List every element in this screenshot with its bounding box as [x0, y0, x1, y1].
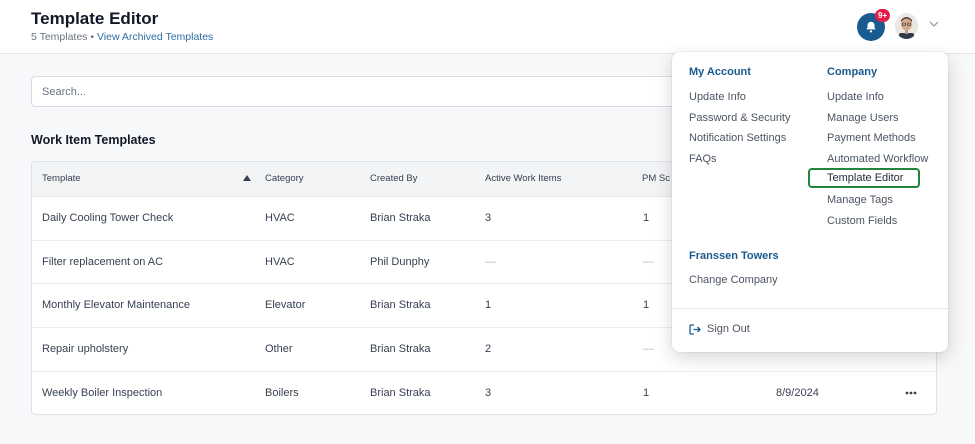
more-icon[interactable] [904, 385, 918, 401]
cell-category: Other [265, 343, 293, 356]
chevron-down-icon[interactable] [929, 20, 939, 28]
cell-active: 2 [485, 343, 492, 356]
cell-created-by: Brian Straka [370, 343, 431, 356]
cell-created-by: Phil Dunphy [370, 255, 430, 268]
cell-category: HVAC [265, 255, 295, 268]
sign-out-label: Sign Out [707, 323, 750, 335]
cell-template: Repair upholstery [42, 343, 129, 356]
bell-icon [866, 21, 876, 33]
menu-item-custom-fields[interactable]: Custom Fields [827, 215, 897, 227]
avatar[interactable] [895, 13, 918, 39]
cell-pm: 1 [643, 212, 650, 224]
section-title: Work Item Templates [31, 133, 156, 147]
template-count: 5 Templates [31, 31, 88, 43]
column-template[interactable]: Template [42, 173, 81, 184]
cell-pm: — [643, 255, 654, 268]
menu-item-manage-users[interactable]: Manage Users [827, 112, 899, 124]
menu-item-update-info[interactable]: Update Info [689, 91, 746, 103]
cell-active: 1 [485, 299, 492, 312]
menu-item-manage-tags[interactable]: Manage Tags [827, 194, 893, 206]
page-title: Template Editor [31, 9, 159, 28]
column-active-work-items[interactable]: Active Work Items [485, 173, 561, 184]
menu-heading-my-account: My Account [689, 66, 751, 78]
menu-heading-building: Franssen Towers [689, 250, 779, 262]
search-input[interactable]: Search... [31, 76, 731, 107]
menu-item-password-security[interactable]: Password & Security [689, 112, 790, 124]
separator: • [90, 31, 95, 43]
search-placeholder: Search... [42, 85, 87, 98]
menu-item-notification-settings[interactable]: Notification Settings [689, 132, 786, 144]
cell-template: Daily Cooling Tower Check [42, 212, 174, 224]
menu-item-change-company[interactable]: Change Company [689, 274, 778, 286]
menu-item-faqs[interactable]: FAQs [689, 153, 717, 165]
cell-category: Elevator [265, 299, 306, 312]
cell-date: 8/9/2024 [776, 386, 819, 399]
notification-badge: 9+ [875, 9, 891, 22]
cell-active: — [485, 255, 496, 268]
cell-template: Monthly Elevator Maintenance [42, 299, 190, 312]
sign-out-button[interactable]: Sign Out [689, 323, 750, 335]
cell-created-by: Brian Straka [370, 386, 431, 399]
cell-created-by: Brian Straka [370, 299, 431, 312]
cell-template: Weekly Boiler Inspection [42, 386, 163, 399]
account-dropdown-menu: My Account Update Info Password & Securi… [672, 52, 948, 352]
table-row[interactable]: Weekly Boiler Inspection Boilers Brian S… [32, 372, 936, 414]
menu-item-automated-workflow[interactable]: Automated Workflow [827, 153, 928, 165]
sort-up-icon[interactable] [243, 175, 251, 181]
menu-divider [672, 308, 948, 309]
menu-heading-company: Company [827, 66, 878, 78]
cell-active: 3 [485, 212, 492, 224]
column-category[interactable]: Category [265, 173, 304, 184]
menu-item-template-editor[interactable]: Template Editor [808, 168, 921, 188]
sign-out-icon [689, 323, 701, 335]
template-count-line: 5 Templates • View Archived Templates [31, 31, 213, 43]
menu-item-payment-methods[interactable]: Payment Methods [827, 132, 916, 144]
cell-pm: 1 [643, 299, 650, 312]
view-archived-link[interactable]: View Archived Templates [97, 31, 213, 43]
cell-category: Boilers [265, 386, 299, 399]
cell-active: 3 [485, 386, 492, 399]
column-pm-schedules[interactable]: PM Sc [642, 173, 670, 184]
cell-pm: — [643, 343, 654, 356]
menu-item-company-update-info[interactable]: Update Info [827, 91, 884, 103]
page-header: Template Editor 5 Templates • View Archi… [0, 0, 975, 54]
cell-template: Filter replacement on AC [42, 255, 164, 268]
cell-created-by: Brian Straka [370, 212, 431, 224]
column-created-by[interactable]: Created By [370, 173, 418, 184]
cell-pm: 1 [643, 386, 650, 399]
cell-category: HVAC [265, 212, 295, 224]
